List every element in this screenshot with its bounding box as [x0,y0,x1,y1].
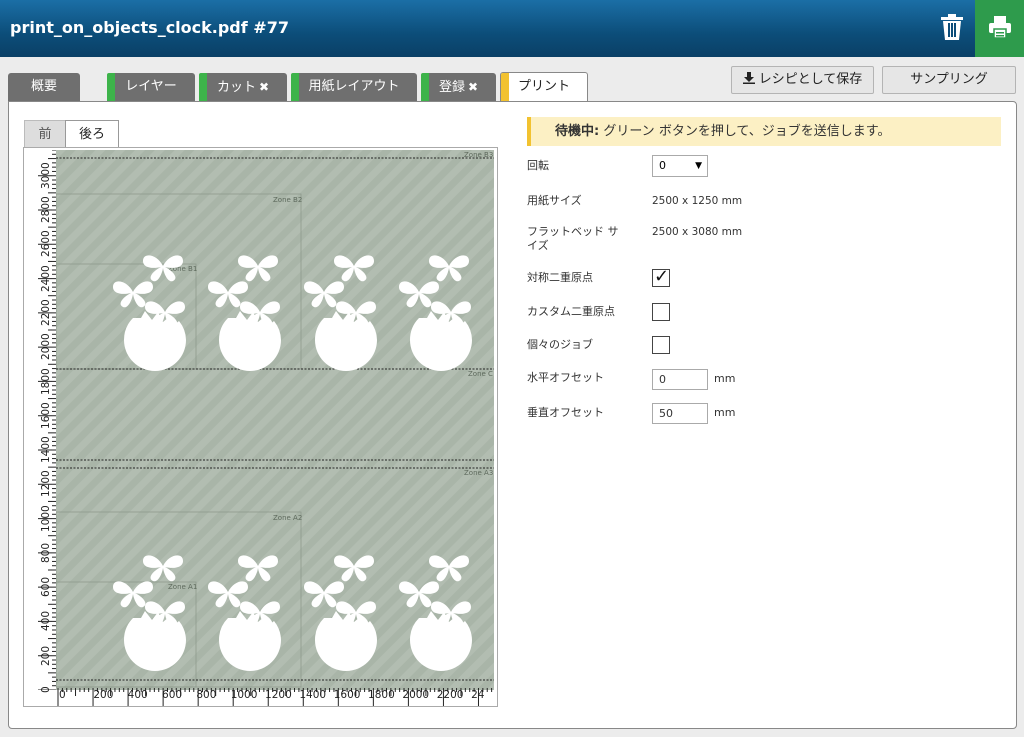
rotation-label: 回転 [527,159,549,172]
y-tick-label: 800 [40,542,52,563]
h-offset-input[interactable]: 0 [652,369,708,390]
rotation-select[interactable]: 0 ▼ [652,155,708,177]
individual-jobs-label: 個々のジョブ [527,338,593,351]
media-size-value: 2500 x 1250 mm [652,195,743,207]
flatbed-size-value: 2500 x 3080 mm [652,226,743,238]
h-offset-label: 水平オフセット [527,371,604,384]
y-tick-label: 2200 [40,299,52,327]
tab-status-marker [107,73,115,101]
tab-status-marker [291,73,299,101]
rotation-value: 0 [659,159,666,172]
x-tick-label: 200 [93,689,114,701]
close-icon[interactable]: ✖ [259,80,269,94]
v-offset-label: 垂直オフセット [527,406,604,419]
save-recipe-label: レシピとして保存 [758,72,863,87]
tab-cut[interactable]: カット ✖ [199,73,287,101]
printer-icon [989,16,1011,39]
y-tick-label: 1200 [40,470,52,498]
status-banner: 待機中: グリーン ボタンを押して、ジョブを送信します。 [527,117,1001,146]
tab-front-label: 前 [38,127,52,142]
flatbed-preview[interactable]: Zone B3 Zone B2 Zone B1 Zone C Zone A3 Z… [56,150,494,690]
tab-media-layout[interactable]: 用紙レイアウト [291,73,417,101]
tab-print[interactable]: プリント [500,72,588,102]
y-tick-label: 1800 [40,367,52,395]
tab-print-label: プリント [517,79,570,94]
status-message: グリーン ボタンを押して、ジョブを送信します。 [599,124,891,139]
x-tick-label: 0 [59,689,66,701]
flatbed-size-label: フラットベッド サイズ [527,225,619,252]
x-tick-label: 1600 [333,689,361,701]
tab-layer[interactable]: レイヤー [107,73,195,101]
chevron-down-icon: ▼ [695,161,702,171]
job-title: print_on_objects_clock.pdf #77 [10,18,289,37]
y-tick-label: 2600 [40,230,52,258]
tab-layer-label: レイヤー [125,79,177,94]
zone-label: Zone A3 [464,469,493,477]
tab-back-label: 後ろ [78,127,105,142]
sampling-label: サンプリング [910,72,988,87]
x-tick-label: 2200 [436,689,464,701]
y-tick-label: 2400 [40,265,52,292]
x-tick-label: 1800 [368,689,395,701]
y-tick-label: 600 [40,576,52,598]
tab-status-marker [199,73,207,101]
checkmark-icon: ✓ [654,266,670,287]
zone-label: Zone C [468,370,493,378]
symmetric-origin-label: 対称二重原点 [527,271,593,284]
x-tick-label: 2000 [402,689,430,701]
h-offset-unit: mm [714,372,736,385]
print-button[interactable] [975,0,1024,57]
x-tick-label: 1400 [299,689,327,701]
tab-register-label: 登録 [438,80,465,95]
x-tick-label: 24 [471,689,485,701]
custom-origin-checkbox[interactable] [652,303,670,321]
tab-status-marker [501,73,509,102]
status-label: 待機中: [555,124,600,139]
v-offset-unit: mm [714,406,736,419]
y-tick-label: 400 [40,611,52,632]
tab-status-marker [421,73,429,101]
sampling-button[interactable]: サンプリング [882,66,1016,94]
individual-jobs-checkbox[interactable] [652,336,670,354]
zone-label: Zone A1 [168,583,197,591]
x-tick-label: 400 [127,689,148,701]
zone-label: Zone A2 [273,514,302,522]
y-tick-label: 2800 [40,196,52,224]
close-icon[interactable]: ✖ [468,80,478,94]
x-tick-label: 1200 [265,689,292,701]
y-tick-label: 1000 [40,505,52,532]
tab-overview[interactable]: 概要 [8,73,80,101]
save-recipe-button[interactable]: レシピとして保存 [731,66,874,94]
tab-cut-label: カット [216,80,256,95]
symmetric-origin-checkbox[interactable]: ✓ [652,266,670,287]
media-size-label: 用紙サイズ [527,194,582,207]
x-tick-label: 800 [196,689,217,701]
title-bar: print_on_objects_clock.pdf #77 [0,0,1024,57]
tab-back-side[interactable]: 後ろ [65,120,119,149]
zone-label: Zone B3 [464,151,493,159]
tab-front-side[interactable]: 前 [24,120,66,148]
y-tick-label: 200 [40,645,52,666]
trash-icon[interactable] [940,13,964,41]
y-tick-label: 3000 [40,162,52,189]
y-tick-label: 2000 [40,333,52,361]
x-tick-label: 600 [162,689,183,701]
tab-media-layout-label: 用紙レイアウト [308,79,400,94]
zone-label: Zone B2 [273,196,302,204]
tab-register[interactable]: 登録 ✖ [421,73,496,101]
y-tick-label: 1600 [40,402,52,429]
custom-origin-label: カスタム二重原点 [527,305,615,318]
x-tick-label: 1000 [230,689,258,701]
tab-overview-label: 概要 [30,79,57,94]
v-offset-input[interactable]: 50 [652,403,708,424]
y-tick-label: 1400 [40,436,52,464]
download-icon [742,72,755,84]
y-tick-label: 0 [40,686,52,694]
